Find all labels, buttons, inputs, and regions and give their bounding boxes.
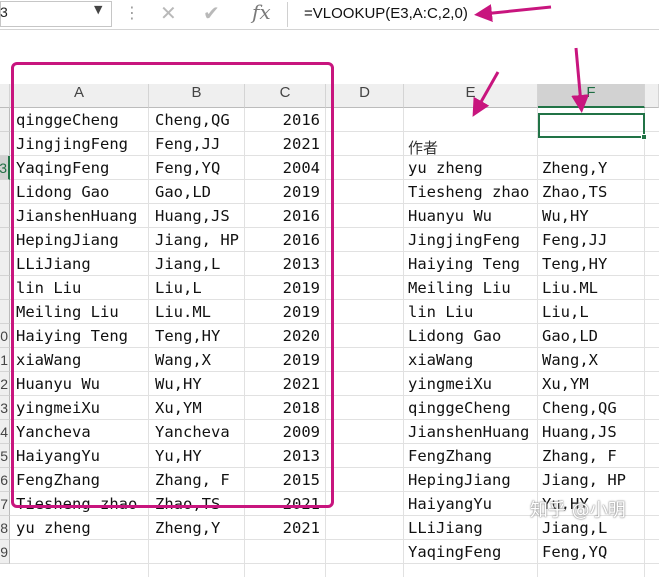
arrow-to-formula: [474, 4, 552, 23]
cell-f[interactable]: Feng,YQ: [542, 540, 607, 564]
annotation-arrows: [472, 4, 590, 117]
row-number: 9: [0, 544, 8, 560]
arrow-to-f3: [571, 47, 590, 113]
arrow-to-e3: [472, 71, 500, 117]
watermark: 知乎 @小明: [530, 500, 626, 521]
row-header[interactable]: 9: [0, 540, 10, 564]
cell-e[interactable]: YaqingFeng: [408, 540, 501, 564]
